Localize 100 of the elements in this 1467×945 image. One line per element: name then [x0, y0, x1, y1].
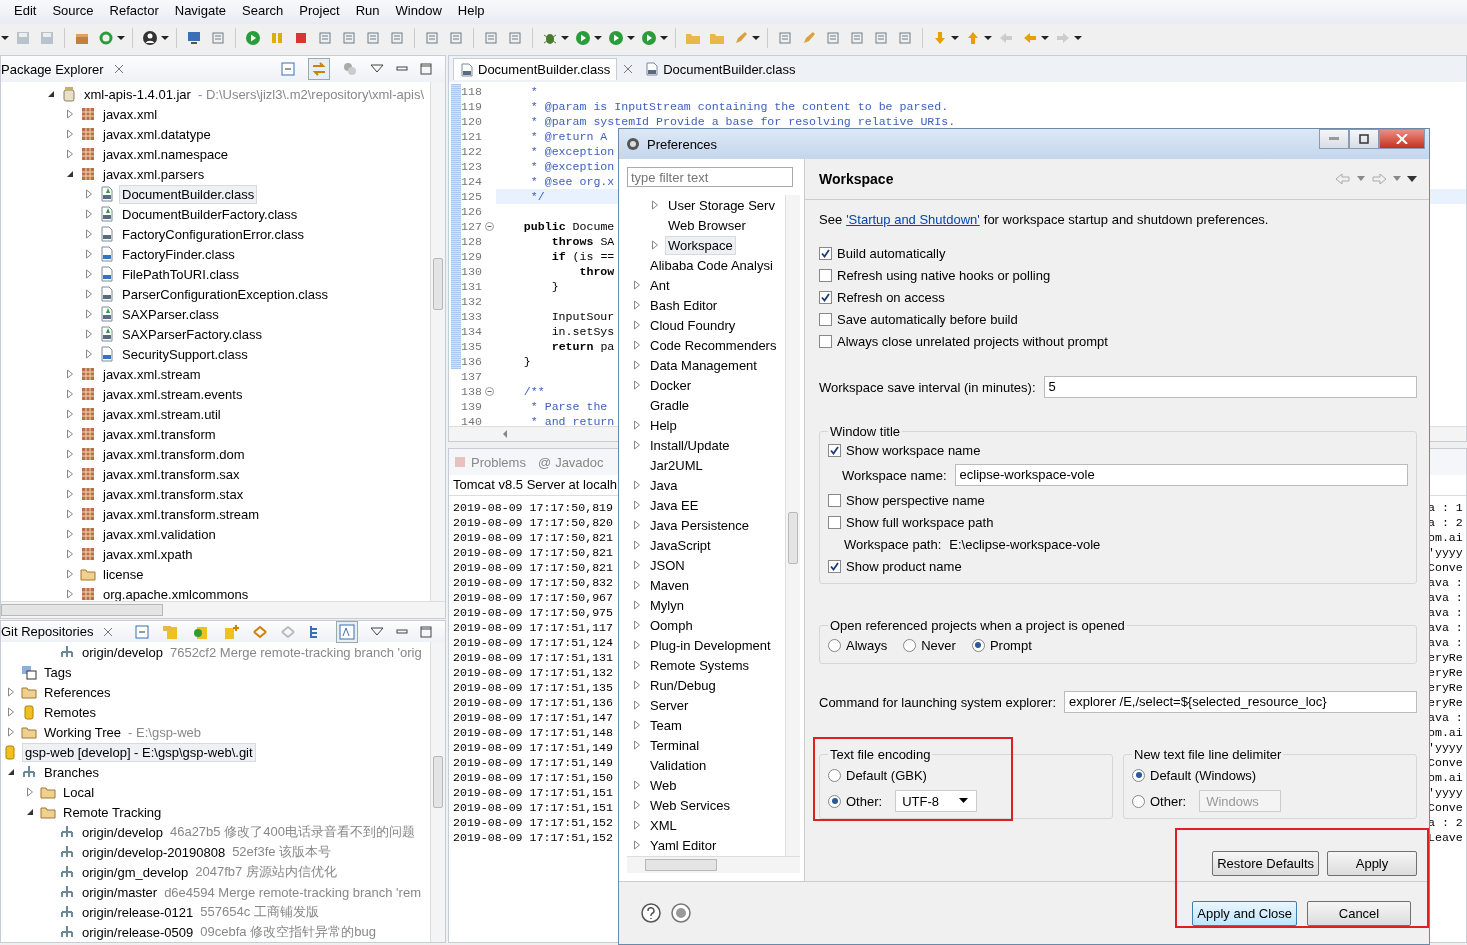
collapsed-arrow-icon[interactable]: [633, 660, 641, 670]
collapsed-arrow-icon[interactable]: [633, 560, 641, 570]
collapsed-arrow-icon[interactable]: [633, 340, 641, 350]
tree-item[interactable]: Oomph: [647, 615, 696, 635]
tree-item[interactable]: javax.xml.transform.stream: [100, 504, 263, 524]
tree-item[interactable]: Jar2UML: [647, 455, 706, 475]
toolbar-icon[interactable]: [849, 30, 865, 46]
toolbar-icon[interactable]: [897, 30, 913, 46]
menu-item[interactable]: Edit: [6, 2, 45, 18]
tree-item[interactable]: Ant: [647, 275, 673, 295]
tree-item[interactable]: origin/develop-20190808: [79, 842, 229, 862]
tree-item[interactable]: Remotes: [41, 702, 100, 722]
collapsed-arrow-icon[interactable]: [633, 320, 641, 330]
collapsed-arrow-icon[interactable]: [85, 349, 93, 359]
tree-item[interactable]: license: [100, 564, 147, 584]
close-icon[interactable]: [623, 64, 634, 74]
tree-item[interactable]: Remote Systems: [647, 655, 752, 675]
collapsed-arrow-icon[interactable]: [85, 289, 93, 299]
collapsed-arrow-icon[interactable]: [66, 389, 74, 399]
maximize-icon[interactable]: [420, 625, 432, 638]
collapsed-arrow-icon[interactable]: [651, 240, 659, 250]
scrollbar[interactable]: [1, 601, 445, 618]
menu-item[interactable]: Refactor: [101, 2, 167, 18]
checkbox[interactable]: [828, 515, 841, 529]
interval-field[interactable]: 5: [1043, 376, 1417, 398]
tree-item[interactable]: Code Recommenders: [647, 335, 780, 355]
collapsed-arrow-icon[interactable]: [633, 600, 641, 610]
collapsed-arrow-icon[interactable]: [633, 740, 641, 750]
view-menu-icon[interactable]: [370, 64, 384, 74]
scrollbar[interactable]: [785, 195, 800, 856]
tree-item[interactable]: javax.xml: [100, 104, 161, 124]
collapsed-arrow-icon[interactable]: [66, 569, 74, 579]
startup-link[interactable]: 'Startup and Shutdown': [846, 211, 980, 227]
collapsed-arrow-icon[interactable]: [85, 249, 93, 259]
menu-item[interactable]: Help: [449, 2, 493, 18]
record-icon[interactable]: [671, 903, 691, 923]
tree-item[interactable]: Branches: [41, 762, 102, 782]
editor-tab[interactable]: DocumentBuilder.class: [639, 58, 802, 80]
expanded-arrow-icon[interactable]: [26, 808, 34, 816]
menu-item[interactable]: Project: [291, 2, 348, 18]
tree-item[interactable]: Help: [647, 415, 680, 435]
collapsed-arrow-icon[interactable]: [7, 707, 15, 717]
radio-button[interactable]: [828, 794, 841, 808]
run-icon[interactable]: [245, 30, 261, 46]
workspace-name-field[interactable]: eclipse-workspace-vole: [954, 464, 1408, 486]
filter-field[interactable]: type filter text: [627, 167, 793, 187]
checkbox[interactable]: [819, 246, 832, 260]
dialog-button[interactable]: Apply: [1327, 851, 1417, 876]
text-icon[interactable]: [336, 621, 358, 643]
collapsed-arrow-icon[interactable]: [7, 727, 15, 737]
view-menu-icon[interactable]: [370, 626, 384, 637]
tree-item[interactable]: javax.xml.stream: [100, 364, 204, 384]
tree-item[interactable]: Remote Tracking: [60, 802, 165, 822]
checkbox[interactable]: [819, 334, 832, 348]
tree-item[interactable]: Web Services: [647, 795, 733, 815]
tree-item[interactable]: Working Tree: [41, 722, 125, 742]
scrollbar[interactable]: [627, 856, 800, 873]
radio-button[interactable]: [1132, 768, 1145, 782]
radio-button[interactable]: [971, 638, 985, 652]
close-icon[interactable]: [103, 626, 114, 637]
collapsed-arrow-icon[interactable]: [66, 449, 74, 459]
checkbox[interactable]: [828, 559, 841, 573]
tree-item[interactable]: Bash Editor: [647, 295, 721, 315]
dialog-button[interactable]: Restore Defaults: [1212, 851, 1319, 876]
tree-item[interactable]: XML: [647, 815, 680, 835]
menu-item[interactable]: Run: [347, 2, 388, 18]
expanded-arrow-icon[interactable]: [66, 170, 74, 178]
collapsed-arrow-icon[interactable]: [633, 380, 641, 390]
expanded-arrow-icon[interactable]: [47, 90, 55, 98]
tree-item[interactable]: Plug-in Development: [647, 635, 774, 655]
expanded-arrow-icon[interactable]: [7, 768, 15, 776]
toolbar-icon[interactable]: [341, 30, 357, 46]
collapsed-arrow-icon[interactable]: [66, 409, 74, 419]
collapsed-arrow-icon[interactable]: [633, 620, 641, 630]
scrollbar[interactable]: [430, 642, 445, 942]
tree-item[interactable]: origin/master: [79, 882, 161, 902]
dialog-button[interactable]: Apply and Close: [1192, 900, 1297, 926]
tree-item[interactable]: Server: [647, 695, 692, 715]
collapsed-arrow-icon[interactable]: [633, 300, 641, 310]
scroll-left-icon[interactable]: [501, 429, 509, 439]
monitor-icon[interactable]: [186, 30, 202, 46]
tree-item[interactable]: Java EE: [647, 495, 702, 515]
collapsed-arrow-icon[interactable]: [85, 269, 93, 279]
tree-item[interactable]: javax.xml.datatype: [100, 124, 214, 144]
collapsed-arrow-icon[interactable]: [633, 520, 641, 530]
collapsed-arrow-icon[interactable]: [633, 480, 641, 490]
view-menu-icon[interactable]: [1407, 175, 1417, 183]
tree-item[interactable]: javax.xml.parsers: [100, 164, 208, 184]
toolbar-icon[interactable]: [483, 30, 499, 46]
help-icon[interactable]: [641, 903, 661, 923]
toolbar-icon[interactable]: [424, 30, 440, 46]
tree-item[interactable]: origin/release-0121: [79, 902, 197, 922]
encoding-dropdown[interactable]: UTF-8: [895, 790, 978, 812]
collapse-all-icon[interactable]: [134, 623, 150, 640]
menu-item[interactable]: Window: [387, 2, 450, 18]
minimize-icon[interactable]: [396, 626, 408, 637]
collapsed-arrow-icon[interactable]: [633, 280, 641, 290]
editor-tab[interactable]: DocumentBuilder.class: [453, 58, 618, 80]
tree-item[interactable]: origin/release-0509: [79, 922, 197, 942]
tree-item[interactable]: javax.xml.transform.dom: [100, 444, 248, 464]
